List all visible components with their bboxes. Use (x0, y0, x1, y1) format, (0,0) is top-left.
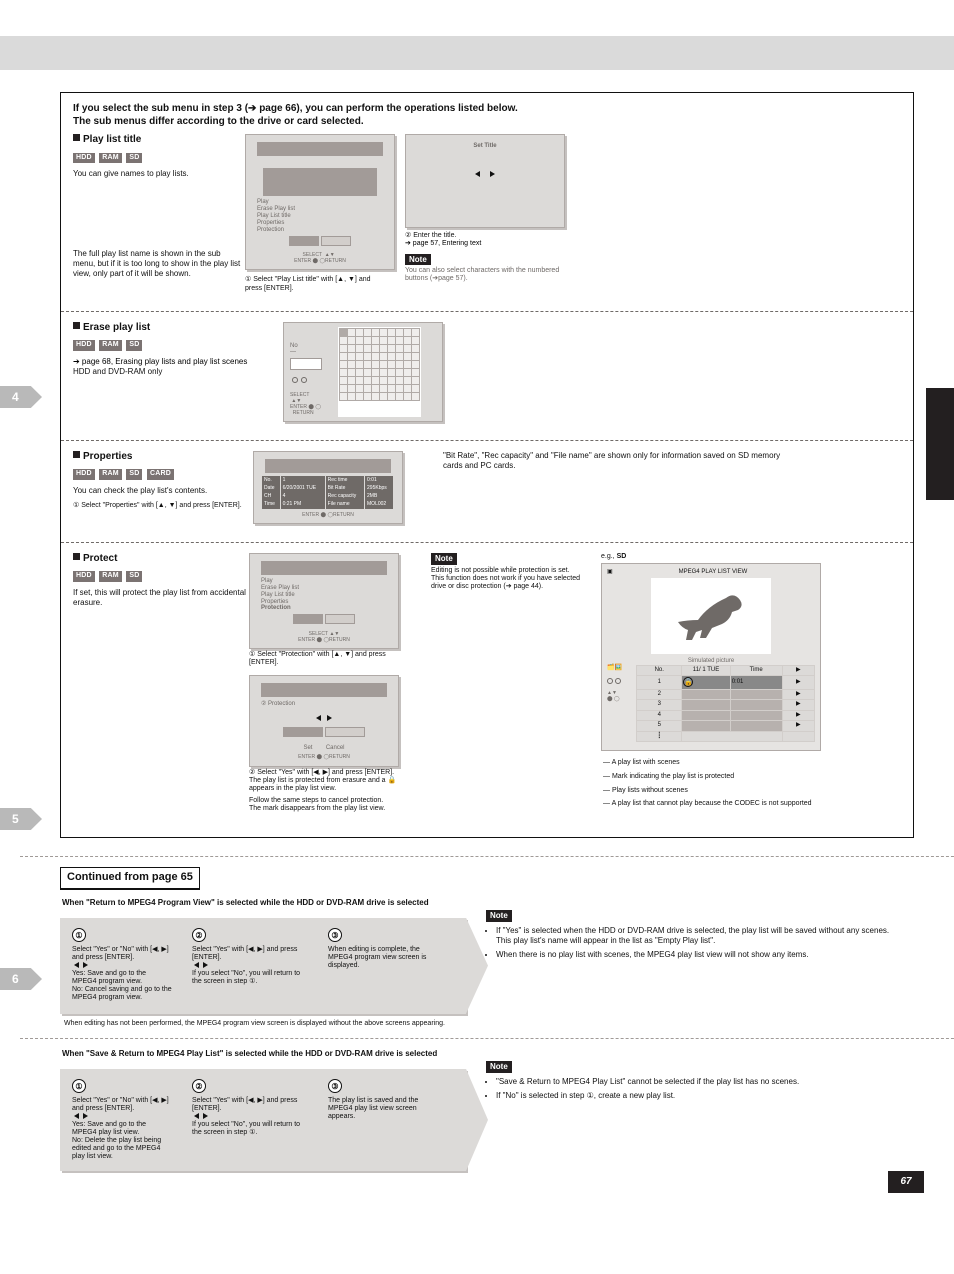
callout-3: — Play lists without scenes (603, 787, 688, 794)
step-4-arrow: 4 (0, 386, 42, 408)
seg2-chev-1: ① Select "Yes" or "No" with [◀, ▶] and p… (60, 1069, 194, 1171)
note-char: You can also select characters with the … (405, 267, 559, 282)
seg2-note-1: "Save & Return to MPEG4 Play List" canno… (496, 1077, 904, 1087)
badge-ram: RAM (99, 153, 122, 164)
submenu-block: If you select the sub menu in step 3 (➔ … (60, 92, 914, 838)
protect-set-btn[interactable] (283, 727, 323, 737)
note-label: Note (405, 254, 431, 265)
seg1-foot: When editing has not been performed, the… (64, 1020, 914, 1028)
seg1-head: When "Return to MPEG4 Program View" is s… (62, 898, 914, 908)
protect-note-label: Note (431, 553, 457, 565)
protect-note-2: This function does not work if you have … (431, 575, 595, 591)
badge-hdd: HDD (73, 153, 95, 164)
seg1-note-label: Note (486, 910, 512, 922)
play-list-preview: ▣ MPEG4 PLAY LIST VIEW Simulated picture (601, 563, 821, 751)
seg2-chev-3: ③ The play list is saved and the MPEG4 p… (316, 1069, 466, 1171)
protect-cancel-btn[interactable] (325, 727, 365, 737)
erase-heading: Erase play list (73, 322, 283, 335)
plt-lead: You can give names to play lists. (73, 169, 245, 179)
link-entering-text[interactable]: ➔ page 57, Entering text (405, 240, 481, 247)
screen-properties: No.1Rec time0:01 Date6/20/2001 TUEBit Ra… (253, 451, 403, 524)
screen-protect-1: Play Erase Play list Play List title Pro… (249, 553, 399, 649)
screen-protect-2: ② Protection Set Cancel ENTER ⬤ ◯RETURN (249, 675, 399, 767)
callout-2: — Mark indicating the play list is prote… (603, 773, 734, 780)
screen-keyboard: No— SELECT ▲▼ENTER ⬤ ◯ RETURN (283, 322, 443, 422)
seg2-head: When "Save & Return to MPEG4 Play List" … (62, 1049, 914, 1059)
seg1-note-2: When there is no play list with scenes, … (496, 950, 904, 960)
protect-heading: Protect (73, 553, 249, 566)
seg1-note-1: If "Yes" is selected when the HDD or DVD… (496, 926, 904, 946)
callout-1: — A play list with scenes (603, 759, 680, 766)
side-tabs (926, 160, 954, 844)
submenu-intro: If you select the sub menu in step 3 (➔ … (73, 103, 903, 128)
properties-note: "Bit Rate", "Rec capacity" and "File nam… (443, 451, 780, 470)
erase-extra: HDD and DVD-RAM only (73, 367, 283, 377)
callout-4: — A play list that cannot play because t… (603, 800, 812, 807)
screen-submenu-list: Play Erase Play list Play List title Pro… (245, 134, 395, 270)
properties-heading: Properties (73, 451, 253, 464)
protect-note-1: Editing is not possible while protection… (431, 567, 595, 575)
step-5-arrow: 5 (0, 808, 42, 830)
seg2-note-label: Note (486, 1061, 512, 1073)
play-list-title-heading: Play list title (73, 134, 245, 147)
seg1-chev-2: ② Select "Yes" with [◀, ▶] and press [EN… (180, 918, 330, 1014)
lock-icon: 🔒 (388, 777, 397, 784)
erase-body[interactable]: ➔ page 68, Erasing play lists and play l… (73, 357, 283, 367)
badge-sd2: SD (126, 340, 142, 351)
badge-hdd2: HDD (73, 340, 95, 351)
plt-explain: The full play list name is shown in the … (73, 249, 245, 279)
properties-lead: You can check the play list's contents. (73, 486, 253, 496)
seg2-note-2: If "No" is selected in step ①, create a … (496, 1091, 904, 1101)
dinosaur-icon (671, 588, 751, 644)
seg1-chev-1: ① Select "Yes" or "No" with [◀, ▶] and p… (60, 918, 194, 1014)
protect-lead: If set, this will protect the play list … (73, 588, 249, 608)
badge-ram2: RAM (99, 340, 122, 351)
lock-icon-small: 🔒 (683, 677, 693, 687)
continued-heading: Continued from page 65 (60, 867, 200, 890)
page-number: 67 (888, 1171, 924, 1193)
screen-title-entry: Set Title (405, 134, 565, 228)
seg1-chev-3: ③ When editing is complete, the MPEG4 pr… (316, 918, 466, 1014)
step-6-arrow: 6 (0, 968, 42, 990)
seg2-chev-2: ② Select "Yes" with [◀, ▶] and press [EN… (180, 1069, 330, 1171)
badge-sd: SD (126, 153, 142, 164)
